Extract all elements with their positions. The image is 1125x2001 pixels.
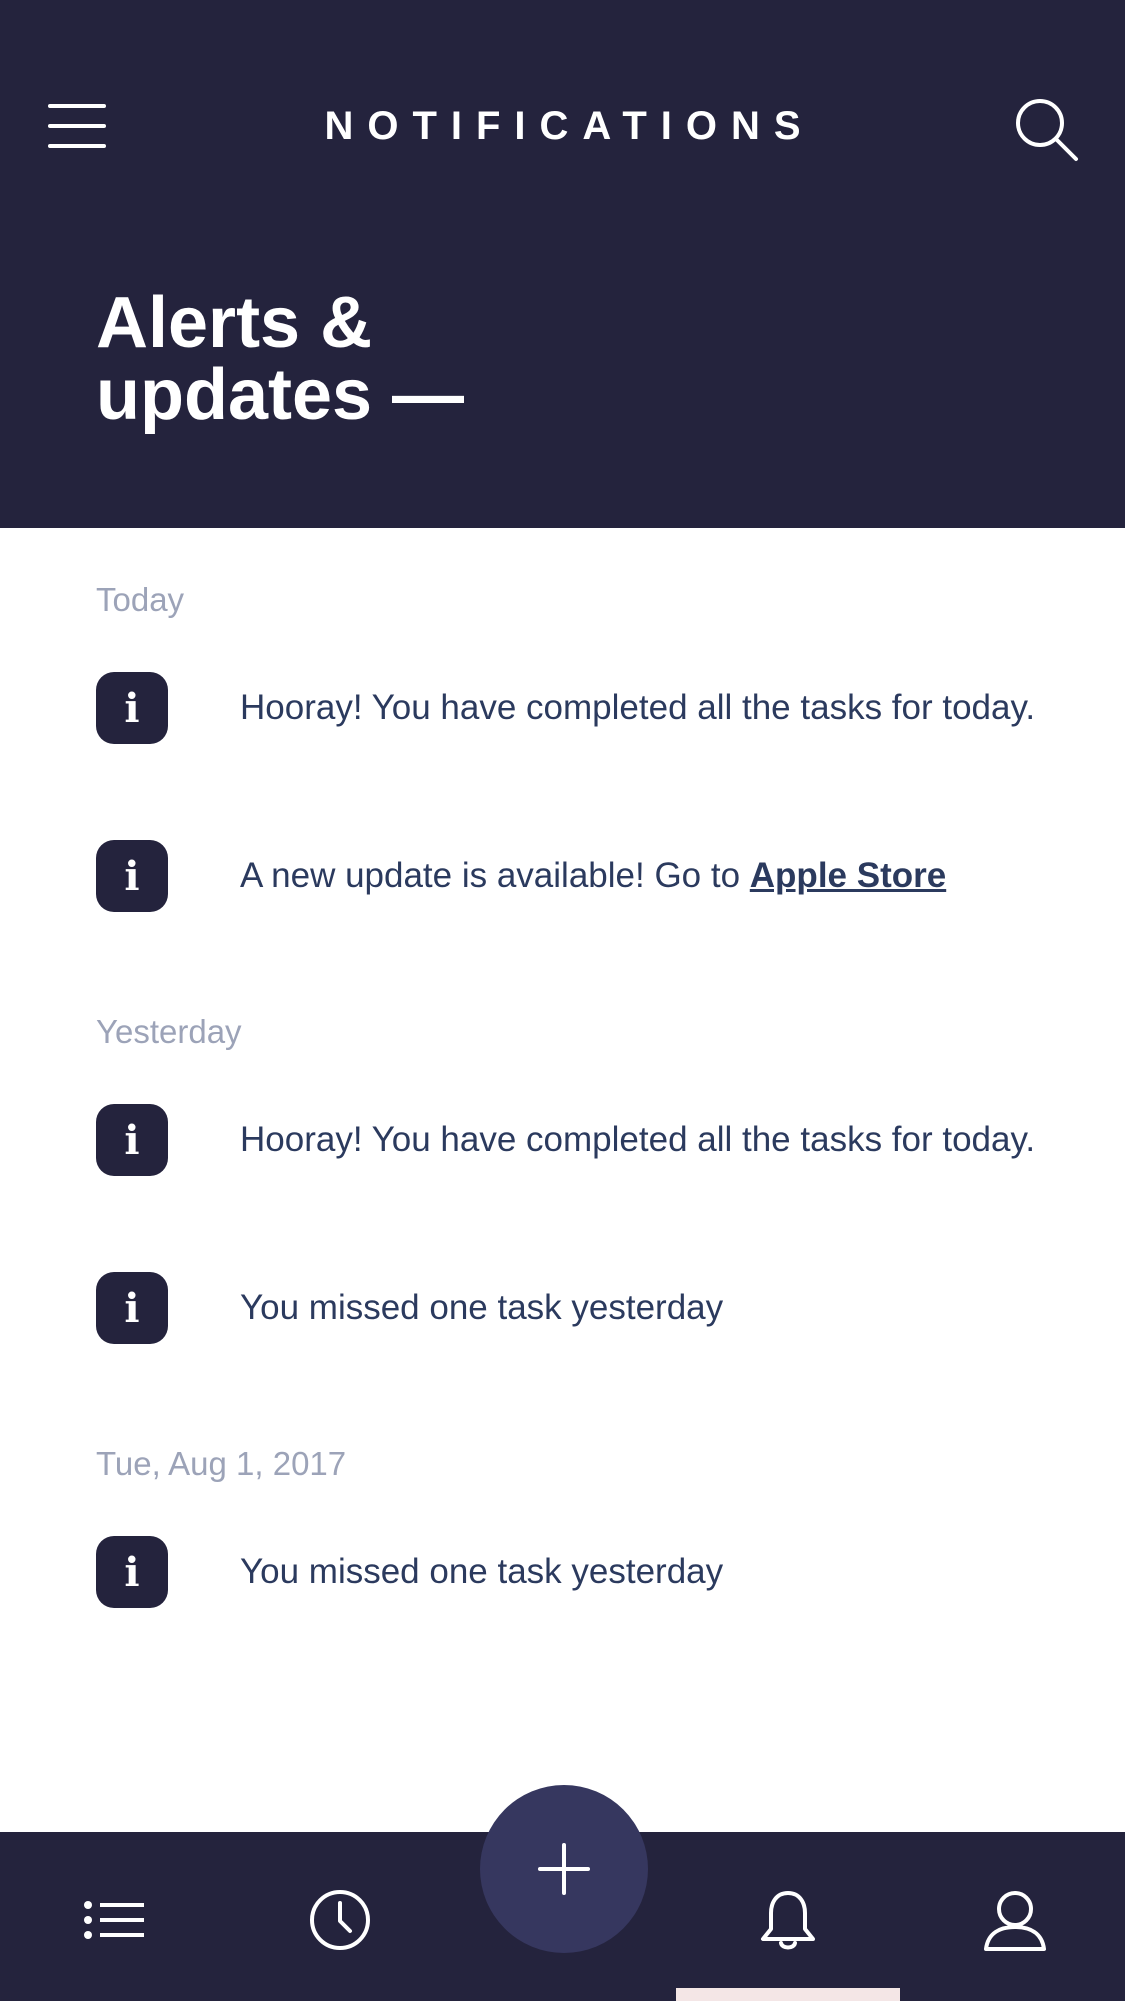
home-indicator xyxy=(676,1988,900,2001)
hero-title-line-1: Alerts & xyxy=(96,283,373,363)
user-icon[interactable] xyxy=(980,1885,1050,1955)
notification-text: You missed one task yesterday xyxy=(240,1288,724,1327)
notification-item[interactable]: i You missed one task yesterday xyxy=(96,1272,1096,1344)
section-label-date: Tue, Aug 1, 2017 xyxy=(96,1445,347,1482)
notifications-screen: NOTIFICATIONS Alerts & updates — Today i… xyxy=(0,0,1125,2001)
plus-icon xyxy=(538,1843,590,1895)
notification-text: You missed one task yesterday xyxy=(240,1552,724,1591)
list-icon[interactable] xyxy=(80,1885,150,1955)
section-label-yesterday: Yesterday xyxy=(96,1013,242,1050)
info-icon: i xyxy=(96,1104,168,1176)
notification-item[interactable]: i Hooray! You have completed all the tas… xyxy=(96,1104,1096,1176)
search-icon[interactable] xyxy=(1012,95,1080,163)
hero-title-line-2: updates — xyxy=(96,355,465,435)
apple-store-link[interactable]: Apple Store xyxy=(750,856,946,895)
info-icon: i xyxy=(96,840,168,912)
notification-item[interactable]: i You missed one task yesterday xyxy=(96,1536,1096,1608)
notification-text: A new update is available! Go to Apple S… xyxy=(240,840,946,912)
add-button[interactable] xyxy=(480,1785,648,1953)
bell-icon[interactable] xyxy=(753,1885,823,1955)
hero-title: Alerts & updates — xyxy=(96,287,796,431)
notification-text: Hooray! You have completed all the tasks… xyxy=(240,1120,1036,1159)
section-label-today: Today xyxy=(96,581,185,618)
page-title: NOTIFICATIONS xyxy=(324,104,815,148)
info-icon: i xyxy=(96,1272,168,1344)
info-icon: i xyxy=(96,1536,168,1608)
notification-text: Hooray! You have completed all the tasks… xyxy=(240,688,1036,727)
info-icon: i xyxy=(96,672,168,744)
clock-icon[interactable] xyxy=(305,1885,375,1955)
top-bar: NOTIFICATIONS xyxy=(0,0,1125,190)
notification-item[interactable]: i A new update is available! Go to Apple… xyxy=(96,840,1096,912)
notification-text-prefix: A new update is available! Go to xyxy=(240,856,750,895)
notification-item[interactable]: i Hooray! You have completed all the tas… xyxy=(96,672,1096,744)
